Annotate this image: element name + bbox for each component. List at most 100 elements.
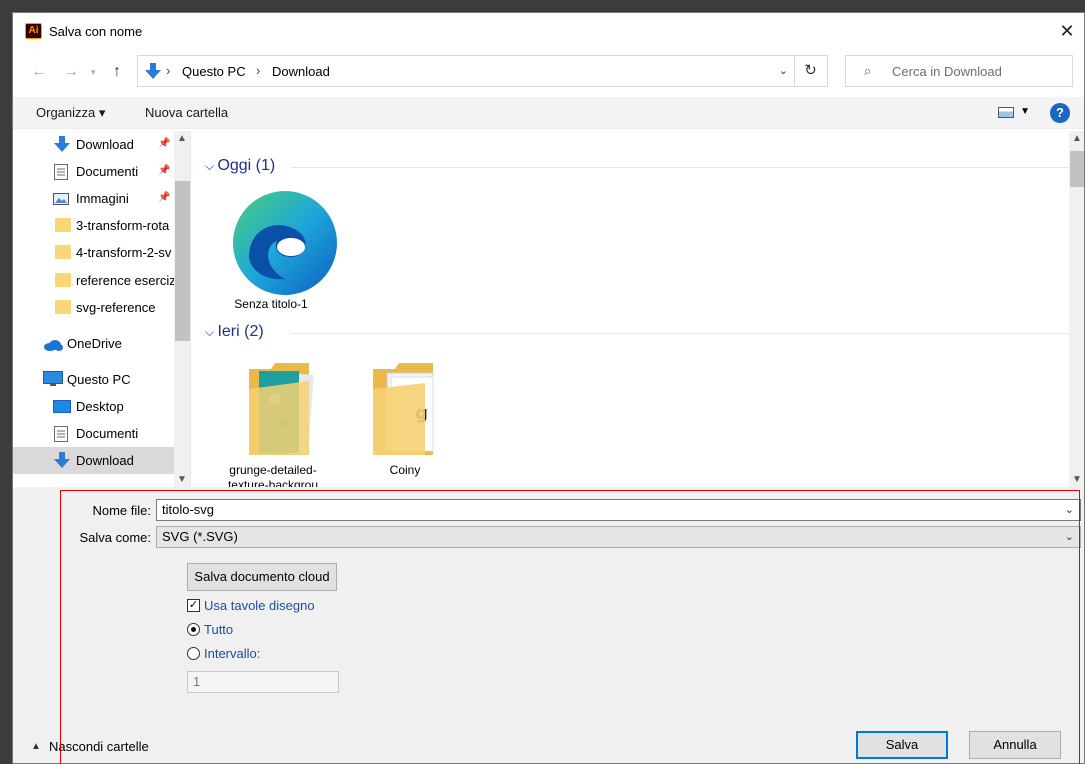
sidebar-item-immagini-pinned[interactable]: Immagini 📌 <box>13 185 174 212</box>
saveas-type-select[interactable]: SVG (*.SVG) ⌄ <box>156 526 1081 548</box>
sidebar-item-folder[interactable]: svg-reference <box>13 294 174 321</box>
save-options-panel: Nome file: titolo-svg ⌄ Salva come: SVG … <box>13 487 1084 763</box>
folder-icon <box>55 245 71 259</box>
breadcrumb-download[interactable]: Download <box>272 64 330 79</box>
sidebar-item-label: 3-transform-rota <box>76 218 170 233</box>
pictures-icon <box>53 193 69 205</box>
navigation-pane: Download 📌 Documenti 📌 Immagini 📌 3-tran… <box>13 131 191 487</box>
forward-arrow-icon[interactable]: → <box>63 63 79 81</box>
file-name: Coiny <box>389 463 421 477</box>
sidebar-item-onedrive[interactable]: OneDrive <box>13 330 174 357</box>
sidebar-item-folder[interactable]: reference esercizi <box>13 267 179 294</box>
collapse-chevron-icon: ⌵ <box>205 325 218 339</box>
sidebar-item-documenti[interactable]: Documenti <box>13 420 174 447</box>
sidebar-item-download-pinned[interactable]: Download 📌 <box>13 131 174 158</box>
file-item[interactable]: grunge-detailed-texture-backgrou <box>213 359 333 487</box>
breadcrumb-chevron-icon: › <box>166 63 171 78</box>
file-name: grunge-detailed-texture-backgrou <box>227 463 319 487</box>
view-dropdown-icon[interactable]: ▼ <box>1020 106 1030 117</box>
chevron-down-icon[interactable]: ⌄ <box>1065 503 1074 516</box>
sidebar-item-folder[interactable]: 4-transform-2-sv <box>13 239 174 266</box>
use-artboards-checkbox[interactable]: ✓ <box>187 599 200 612</box>
sidebar-item-label: 4-transform-2-sv <box>76 245 172 260</box>
sidebar-item-label: Documenti <box>76 426 139 441</box>
sidebar-item-label: svg-reference <box>76 300 156 315</box>
sidebar-item-label: Download <box>76 453 134 468</box>
view-mode-icon[interactable] <box>998 107 1014 118</box>
sidebar-item-desktop[interactable]: Desktop <box>13 393 174 420</box>
scroll-up-icon[interactable]: ▲ <box>177 133 187 144</box>
recent-locations-chevron-icon[interactable]: ▾ <box>91 67 96 78</box>
sidebar-item-folder[interactable]: 3-transform-rota <box>13 212 174 239</box>
address-bar[interactable]: › Questo PC › Download ⌄ <box>137 55 795 87</box>
download-arrow-icon <box>54 136 70 152</box>
pin-icon: 📌 <box>158 138 171 149</box>
save-button[interactable]: Salva <box>856 731 948 759</box>
document-icon <box>54 426 68 442</box>
command-toolbar: Organizza ▾ Nuova cartella ▼ ? <box>13 97 1084 129</box>
scroll-down-icon[interactable]: ▼ <box>177 474 187 485</box>
refresh-button[interactable]: ↻ <box>794 55 828 87</box>
save-as-dialog: Ai Salva con nome ✕ ← → ▾ ↑ › Questo PC … <box>12 12 1085 764</box>
cancel-button[interactable]: Annulla <box>969 731 1061 759</box>
group-header-ieri[interactable]: ⌵ Ieri (2) <box>205 323 264 341</box>
close-button[interactable]: ✕ <box>1050 13 1084 49</box>
organize-menu[interactable]: Organizza ▾ <box>36 105 105 121</box>
help-icon[interactable]: ? <box>1050 103 1070 123</box>
all-radio[interactable] <box>187 623 200 636</box>
sidebar-item-label: Questo PC <box>67 372 131 387</box>
search-box[interactable]: ⌕ Cerca in Download <box>845 55 1073 87</box>
scroll-down-icon[interactable]: ▼ <box>1072 474 1082 485</box>
hide-folders-toggle[interactable]: Nascondi cartelle <box>49 739 149 754</box>
file-item[interactable]: Senza titolo-1 <box>211 179 337 311</box>
desktop-icon <box>53 400 71 413</box>
chevron-down-icon: ⌄ <box>1064 531 1074 543</box>
title-bar: Ai Salva con nome ✕ <box>13 13 1084 49</box>
group-header-oggi[interactable]: ⌵ Oggi (1) <box>205 157 275 175</box>
file-list-scrollbar[interactable]: ▲ ▼ <box>1069 131 1084 487</box>
chevron-up-icon[interactable]: ▲ <box>31 741 41 752</box>
sidebar-item-label: Download <box>76 137 134 152</box>
group-header-label: Oggi (1) <box>217 157 276 174</box>
breadcrumb-questo-pc[interactable]: Questo PC <box>182 64 246 79</box>
sidebar-item-label: OneDrive <box>67 336 122 351</box>
folder-icon <box>249 363 314 455</box>
address-dropdown-icon[interactable]: ⌄ <box>779 64 788 77</box>
up-arrow-icon[interactable]: ↑ <box>113 63 121 81</box>
pin-icon: 📌 <box>158 192 171 203</box>
range-label[interactable]: Intervallo: <box>204 646 260 661</box>
use-artboards-label[interactable]: Usa tavole disegno <box>204 598 315 613</box>
search-placeholder: Cerca in Download <box>892 64 1002 79</box>
folder-icon <box>55 300 71 314</box>
sidebar-item-label: Immagini <box>76 191 129 206</box>
back-arrow-icon[interactable]: ← <box>31 63 47 81</box>
cloud-icon <box>44 340 63 351</box>
download-arrow-icon <box>145 63 161 79</box>
file-name: Senza titolo-1 <box>234 297 308 311</box>
new-folder-button[interactable]: Nuova cartella <box>145 105 228 120</box>
search-icon: ⌕ <box>864 63 872 78</box>
sidebar-item-label: Documenti <box>76 164 139 179</box>
collapse-chevron-icon: ⌵ <box>205 159 218 173</box>
sidebar-item-label: reference esercizi <box>76 273 179 288</box>
group-header-label: Ieri (2) <box>217 323 264 340</box>
save-cloud-document-button[interactable]: Salva documento cloud <box>187 563 337 591</box>
filename-value: titolo-svg <box>162 502 215 517</box>
range-input[interactable]: 1 <box>187 671 339 693</box>
scroll-up-icon[interactable]: ▲ <box>1072 133 1082 144</box>
file-item[interactable]: g Coiny <box>345 359 465 487</box>
sidebar-item-documenti-pinned[interactable]: Documenti 📌 <box>13 158 174 185</box>
folder-icon <box>55 218 71 232</box>
sidebar-scrollbar[interactable]: ▲ ▼ <box>174 131 190 487</box>
file-list-scroll-thumb[interactable] <box>1070 151 1084 187</box>
all-label[interactable]: Tutto <box>204 622 233 637</box>
sidebar-item-questo-pc[interactable]: Questo PC <box>13 366 174 393</box>
group-divider <box>291 167 1071 168</box>
group-divider <box>291 333 1071 334</box>
range-radio[interactable] <box>187 647 200 660</box>
computer-icon <box>43 371 63 386</box>
sidebar-item-download-selected[interactable]: Download <box>13 447 174 474</box>
sidebar-scroll-thumb[interactable] <box>175 181 190 341</box>
illustrator-logo-icon: Ai <box>25 23 42 39</box>
filename-input[interactable]: titolo-svg ⌄ <box>156 499 1081 521</box>
